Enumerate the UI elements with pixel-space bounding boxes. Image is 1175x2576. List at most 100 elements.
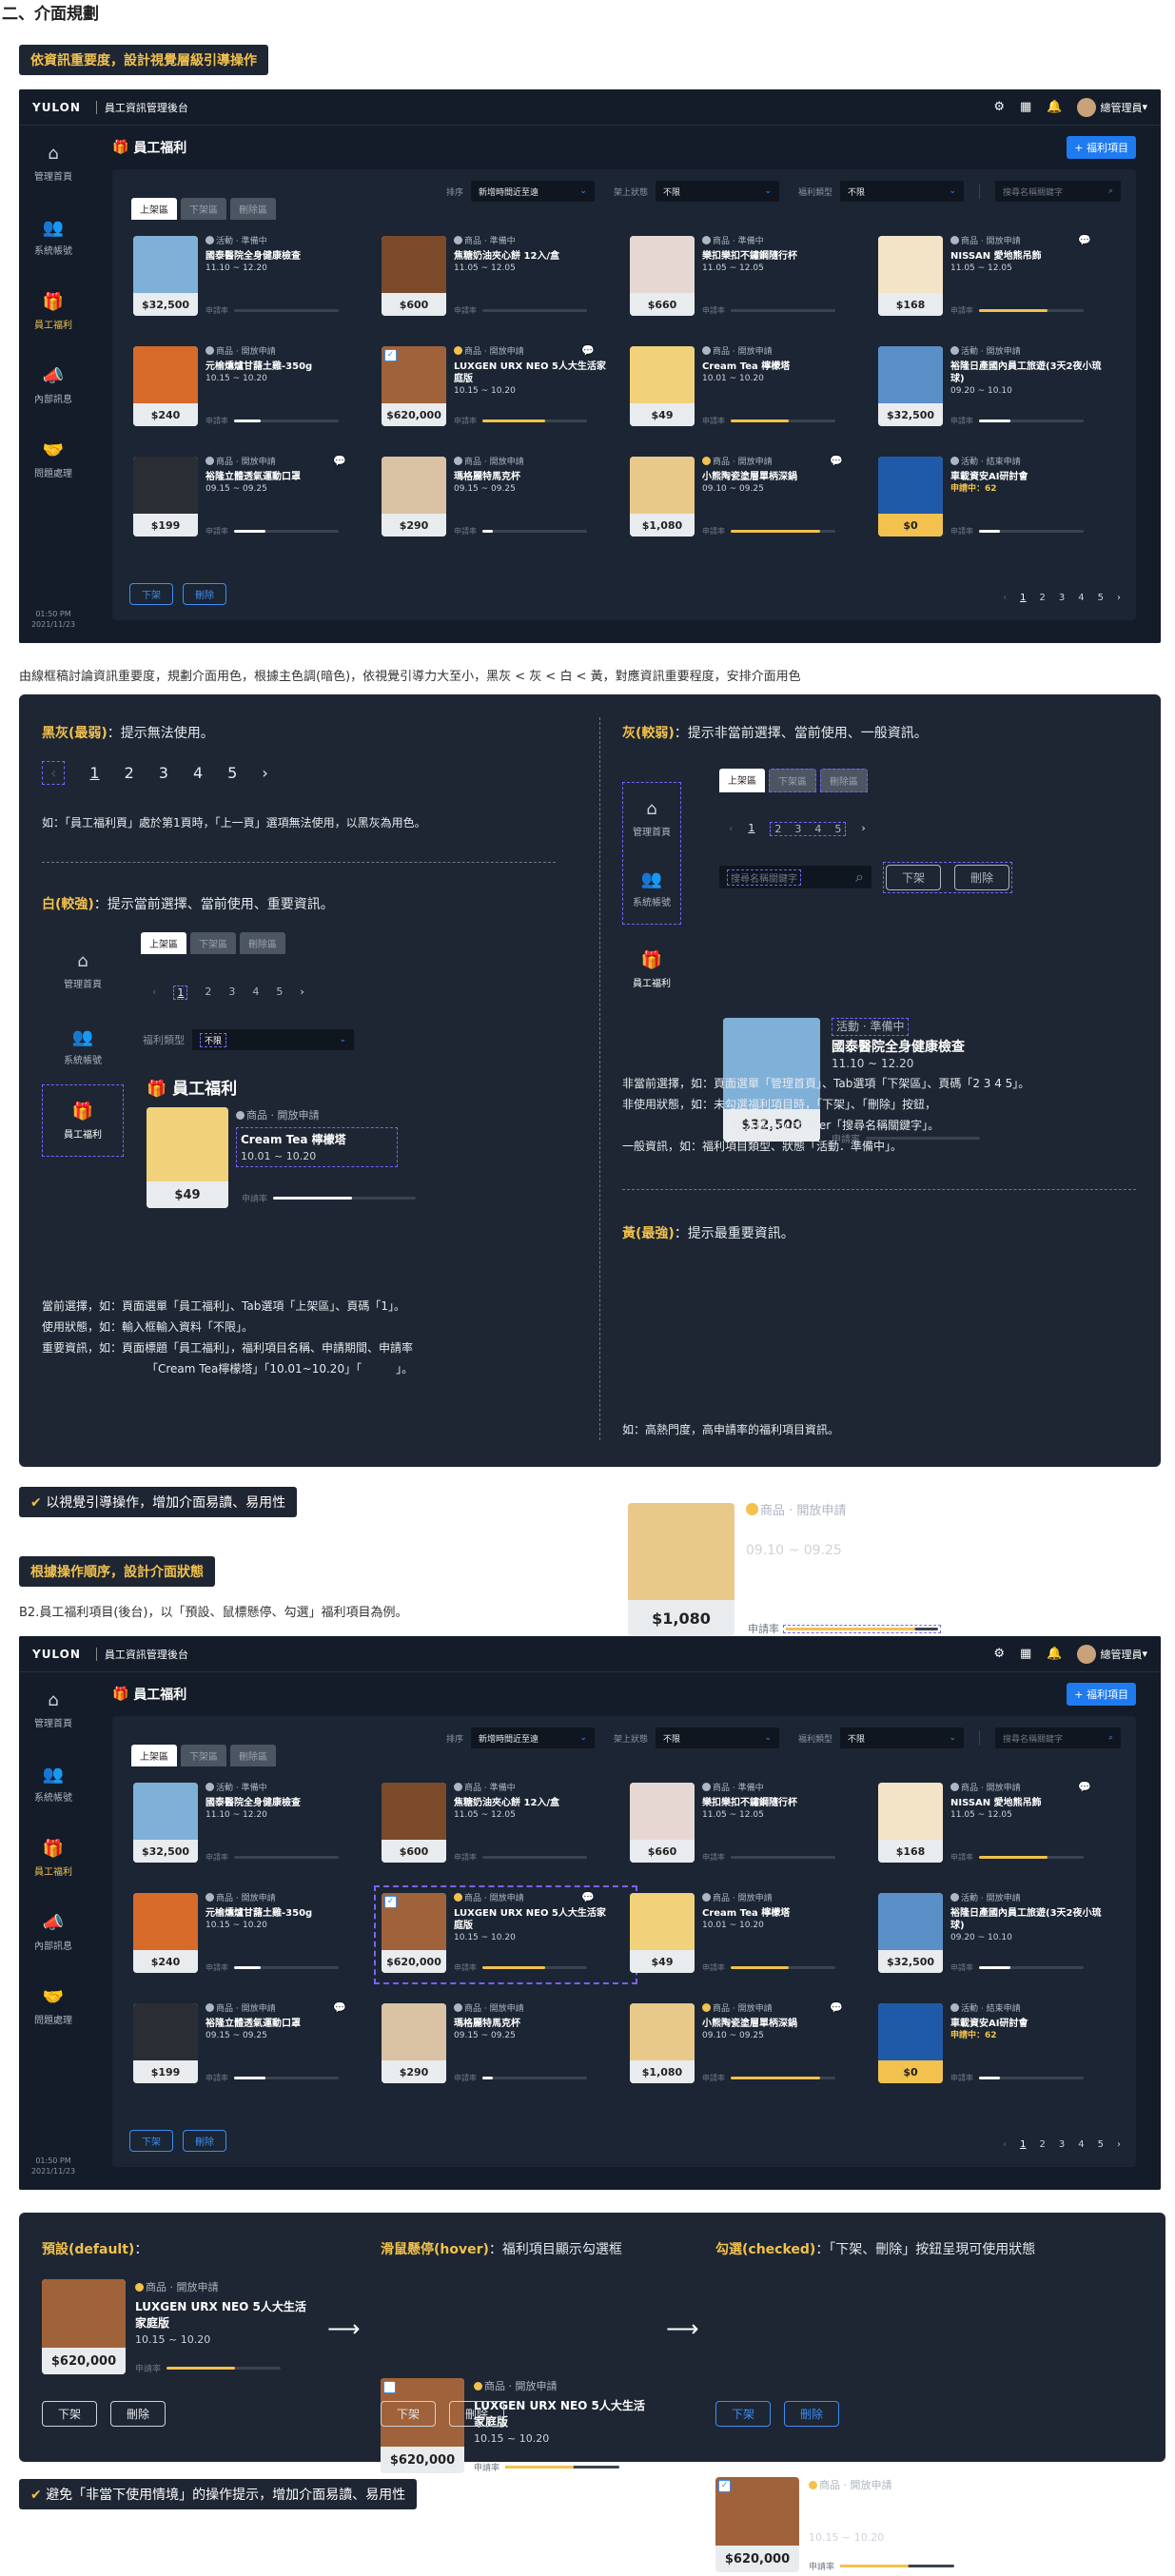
user-menu[interactable]: 總管理員 ▾ (1077, 97, 1147, 117)
welfare-card[interactable]: $0 活動 · 結束申請 車載資安AI研討會 申請中：62 申請率 (878, 457, 1126, 540)
gray-tab-deleted[interactable]: 刪除區 (820, 769, 868, 792)
page-5b[interactable]: 5 (276, 986, 283, 1000)
yellow-demo-card[interactable]: $1,080 商品 · 開放申請 小熊陶瓷塗層單柄深鍋 09.10 ~ 09.2… (628, 1503, 1175, 1642)
welfare-card[interactable]: $290 商品 · 開放申請 瑪格麗特馬克杯 09.15 ~ 09.25 申請率 (382, 457, 630, 540)
gray-nav-home[interactable]: ⌂ 管理首頁 (623, 783, 680, 853)
page-number[interactable]: 1 (1020, 593, 1026, 603)
search-input[interactable]: 搜尋名稱關鍵字 ⌕ (995, 1727, 1121, 1748)
unlist-button[interactable]: 下架 (129, 2130, 173, 2152)
add-welfare-button[interactable]: + 福利項目 (1067, 1683, 1136, 1706)
welfare-card[interactable]: $660 商品 · 準備中 樂扣樂扣不鏽鋼隨行杯 11.05 ~ 12.05 申請率 (630, 236, 878, 320)
page-number[interactable]: 3 (1059, 593, 1065, 603)
welfare-card[interactable]: $600 商品 · 準備中 焦糖奶油夾心餅 12入/盒 11.05 ~ 12.05 申請… (382, 236, 630, 320)
sidebar-item-1[interactable]: 👥 系統帳號 (19, 200, 88, 274)
settings-icon[interactable]: ⚙ (993, 1647, 1005, 1661)
sidebar-item-4[interactable]: 🤝 問題處理 (19, 1969, 88, 2043)
type-select[interactable]: 不限 ⌄ (840, 181, 964, 202)
welfare-card[interactable]: $240 商品 · 開放申請 元榆燻爐甘藷土雞-350g 10.15 ~ 10.20 申… (133, 346, 382, 430)
prev-icon[interactable]: ‹ (152, 986, 156, 1000)
state-unlist-button[interactable]: 下架 (381, 2401, 437, 2427)
page-number[interactable]: 1 (1020, 2139, 1026, 2150)
welfare-card[interactable]: $620,000 ✓ 商品 · 開放申請 LUXGEN URX NEO 5人大生活家庭… (374, 1885, 637, 1984)
page-5[interactable]: 5 (227, 764, 237, 782)
welfare-card[interactable]: $199 商品 · 開放申請 裕隆立體透氣運動口罩 09.15 ~ 09.25 💬 申請率 (133, 455, 382, 540)
status-select[interactable]: 不限 ⌄ (655, 1727, 779, 1748)
tab-2[interactable]: 刪除區 (230, 1745, 276, 1766)
state-unlist-button[interactable]: 下架 (715, 2401, 772, 2427)
page-4[interactable]: 4 (193, 764, 203, 782)
gray-page-3[interactable]: 3 (794, 823, 801, 835)
welfare-card[interactable]: $240 商品 · 開放申請 元榆燻爐甘藷土雞-350g 10.15 ~ 10.20 申… (133, 1893, 382, 1977)
sort-select[interactable]: 新增時間近至遠 ⌄ (470, 1727, 595, 1748)
next-icon[interactable]: › (300, 986, 304, 1000)
settings-icon[interactable]: ⚙ (993, 100, 1005, 114)
gray-prev-icon[interactable]: ‹ (729, 822, 733, 836)
tab-0[interactable]: 上架區 (131, 198, 177, 220)
welfare-card[interactable]: $49 商品 · 開放申請 Cream Tea 檸檬塔 10.01 ~ 10.20 申請… (630, 346, 878, 430)
page-number[interactable]: 2 (1040, 2139, 1046, 2150)
state-card[interactable]: $620,000 商品 · 開放申請 LUXGEN URX NEO 5人大生活家… (381, 2378, 1175, 2477)
sidebar-item-3[interactable]: 📣 內部訊息 (19, 348, 88, 422)
gray-page-2[interactable]: 2 (774, 823, 781, 835)
gray-tab-listed[interactable]: 上架區 (719, 769, 765, 792)
page-2b[interactable]: 2 (205, 986, 211, 1000)
type-select[interactable]: 不限 ⌄ (192, 1029, 354, 1050)
welfare-card[interactable]: $290 商品 · 開放申請 瑪格麗特馬克杯 09.15 ~ 09.25 申請率 (382, 2003, 630, 2087)
welfare-card[interactable]: $1,080 商品 · 開放申請 小熊陶瓷塗層單柄深鍋 09.10 ~ 09.25 💬 申… (630, 2001, 878, 2087)
user-menu[interactable]: 總管理員 ▾ (1077, 1644, 1147, 1664)
page-number[interactable]: 5 (1098, 2139, 1104, 2150)
page-number[interactable]: 4 (1078, 593, 1084, 603)
type-select[interactable]: 不限 ⌄ (840, 1727, 964, 1748)
state-delete-button[interactable]: 刪除 (449, 2401, 505, 2427)
checkbox-checked-icon[interactable]: ✓ (718, 2480, 731, 2492)
nav-accounts[interactable]: 👥 系統帳號 (42, 1008, 124, 1084)
sidebar-item-4[interactable]: 🤝 問題處理 (19, 422, 88, 497)
welfare-card[interactable]: $32,500 活動 · 開放申請 裕隆日產國內員工旅遊(3天2夜小琉球) 09.20… (878, 1893, 1126, 1977)
gray-tab-unlisted[interactable]: 下架區 (769, 769, 816, 792)
welfare-card[interactable]: $168 商品 · 開放申請 NISSAN 愛地熊吊飾 11.05 ~ 12.05 💬 申… (878, 1781, 1126, 1866)
page-number[interactable]: 4 (1078, 2139, 1084, 2150)
welfare-card[interactable]: $168 商品 · 開放申請 NISSAN 愛地熊吊飾 11.05 ~ 12.05 💬 申… (878, 234, 1126, 320)
page-3b[interactable]: 3 (228, 986, 235, 1000)
checkbox-checked-icon[interactable]: ✓ (384, 1896, 397, 1908)
bell-icon[interactable]: 🔔 (1047, 100, 1062, 114)
next-page-icon[interactable]: › (262, 764, 267, 782)
status-select[interactable]: 不限 ⌄ (655, 181, 779, 202)
sidebar-item-0[interactable]: ⌂ 管理首頁 (19, 1672, 88, 1747)
page-2[interactable]: 2 (125, 764, 134, 782)
welfare-card[interactable]: $32,500 活動 · 開放申請 裕隆日產國內員工旅遊(3天2夜小琉球) 09.20… (878, 346, 1126, 430)
sidebar-item-1[interactable]: 👥 系統帳號 (19, 1747, 88, 1821)
tab-1[interactable]: 下架區 (181, 1745, 226, 1766)
welfare-card[interactable]: $199 商品 · 開放申請 裕隆立體透氣運動口罩 09.15 ~ 09.25 💬 申請率 (133, 2001, 382, 2087)
bell-icon[interactable]: 🔔 (1047, 1647, 1062, 1661)
nav-welfare[interactable]: 🎁 員工福利 (42, 1084, 124, 1157)
tab-0[interactable]: 上架區 (131, 1745, 177, 1766)
sidebar-item-2[interactable]: 🎁 員工福利 (19, 274, 88, 348)
gray-page-1[interactable]: 1 (748, 822, 754, 836)
gray-page-5[interactable]: 5 (834, 823, 841, 835)
state-delete-button[interactable]: 刪除 (784, 2401, 840, 2427)
prev-page-icon[interactable]: ‹ (1003, 2139, 1007, 2150)
welfare-card[interactable]: $32,500 活動 · 準備中 國泰醫院全身健康檢查 11.10 ~ 12.20 申請… (133, 1783, 382, 1866)
welfare-card[interactable]: $49 商品 · 開放申請 Cream Tea 檸檬塔 10.01 ~ 10.20 申請… (630, 1893, 878, 1977)
tab-1[interactable]: 下架區 (181, 198, 226, 220)
search-input[interactable]: 搜尋名稱關鍵字 ⌕ (995, 181, 1121, 202)
page-4b[interactable]: 4 (252, 986, 259, 1000)
add-welfare-button[interactable]: + 福利項目 (1067, 136, 1136, 159)
gray-page-4[interactable]: 4 (814, 823, 821, 835)
gray-search-input[interactable]: 搜尋名稱關鍵字 ⌕ (719, 866, 871, 888)
gray-next-icon[interactable]: › (861, 822, 865, 836)
state-card[interactable]: $620,000 ✓ 商品 · 開放申請 LUXGEN URX NEO 5人大生活… (715, 2477, 1175, 2576)
checkbox-checked-icon[interactable]: ✓ (384, 349, 397, 361)
tab-unlisted[interactable]: 下架區 (190, 932, 236, 954)
next-page-icon[interactable]: › (1117, 593, 1121, 603)
state-card[interactable]: $620,000 商品 · 開放申請 LUXGEN URX NEO 5人大生活家… (42, 2279, 1175, 2378)
unlist-button[interactable]: 下架 (129, 583, 173, 605)
page-number[interactable]: 5 (1098, 593, 1104, 603)
next-page-icon[interactable]: › (1117, 2139, 1121, 2150)
page-current[interactable]: 1 (173, 986, 188, 1000)
gray-delete-button[interactable]: 刪除 (954, 865, 1010, 890)
state-delete-button[interactable]: 刪除 (110, 2401, 166, 2427)
sidebar-item-0[interactable]: ⌂ 管理首頁 (19, 126, 88, 200)
welfare-card[interactable]: $1,080 商品 · 開放申請 小熊陶瓷塗層單柄深鍋 09.10 ~ 09.25 💬 申… (630, 455, 878, 540)
